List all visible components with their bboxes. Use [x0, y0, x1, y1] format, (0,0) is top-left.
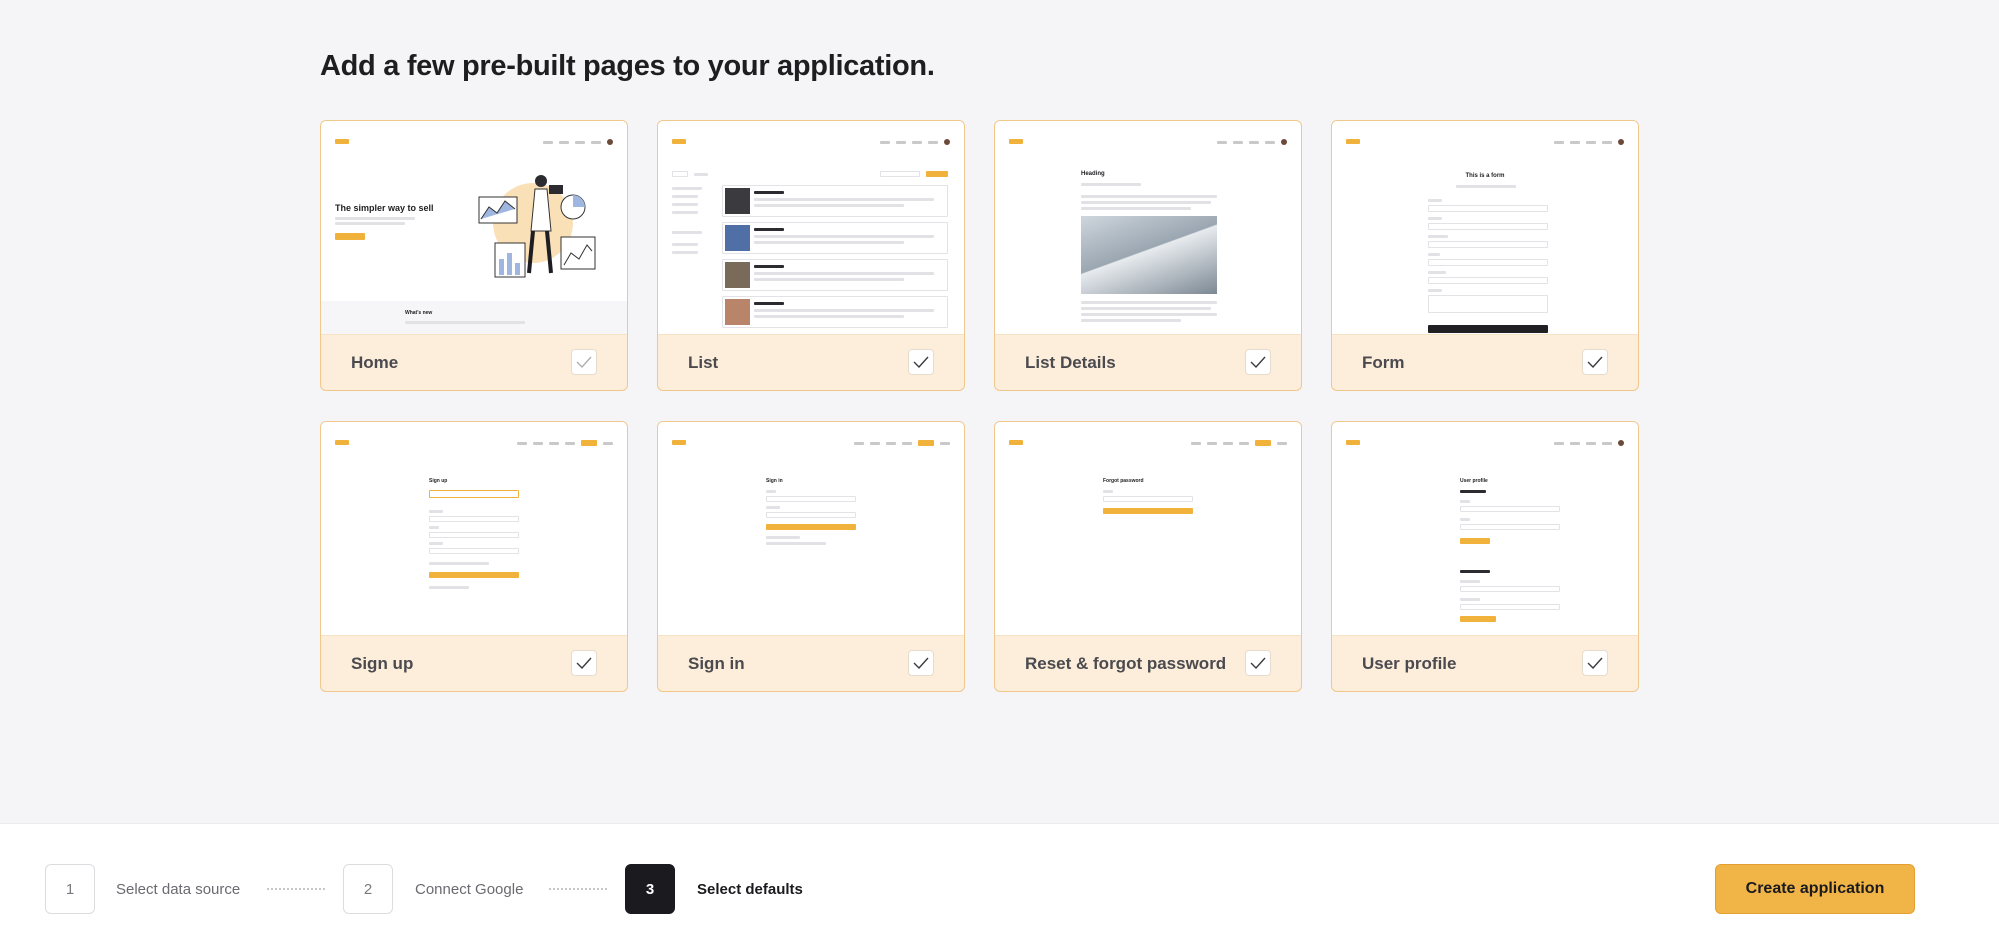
reset-password-preview-heading: Forgot password	[1103, 478, 1144, 484]
list-details-preview-thumbnail: Heading	[995, 121, 1301, 335]
home-preview-thumbnail: The simpler way to sell What's new	[321, 121, 627, 335]
page-card-form[interactable]: This is a form Form	[1331, 120, 1639, 391]
page-card-reset-forgot-password[interactable]: Forgot password Reset & forgot password	[994, 421, 1302, 692]
page-card-user-profile[interactable]: User profile User profile	[1331, 421, 1639, 692]
checkmark-icon	[1587, 657, 1603, 669]
page-card-checkbox[interactable]	[571, 650, 597, 676]
page-card-checkbox[interactable]	[1245, 349, 1271, 375]
checkmark-icon	[576, 657, 592, 669]
step-1-number: 1	[45, 864, 95, 914]
page-template-grid: The simpler way to sell What's new Home …	[320, 120, 1639, 692]
sign-up-preview-thumbnail: Sign up	[321, 422, 627, 636]
page-card-checkbox[interactable]	[908, 349, 934, 375]
wizard-footer: 1 Select data source 2 Connect Google 3 …	[0, 823, 1999, 939]
step-2-number: 2	[343, 864, 393, 914]
page-card-label: Sign up	[351, 654, 414, 673]
step-3-label: Select defaults	[697, 881, 803, 898]
user-profile-preview-thumbnail: User profile	[1332, 422, 1638, 636]
page-card-label: Sign in	[688, 654, 745, 673]
reset-password-preview-thumbnail: Forgot password	[995, 422, 1301, 636]
checkmark-icon	[913, 657, 929, 669]
step-2-label: Connect Google	[415, 881, 524, 898]
form-preview-heading: This is a form	[1465, 173, 1505, 179]
page-card-home[interactable]: The simpler way to sell What's new Home	[320, 120, 628, 391]
form-preview-thumbnail: This is a form	[1332, 121, 1638, 335]
page-card-checkbox[interactable]	[571, 349, 597, 375]
create-application-button[interactable]: Create application	[1715, 864, 1915, 914]
illustration-icon	[478, 175, 596, 278]
checkmark-icon	[1250, 356, 1266, 368]
page-card-label: Home	[351, 353, 399, 372]
page-card-checkbox[interactable]	[908, 650, 934, 676]
sign-in-preview-heading: Sign in	[766, 478, 783, 484]
page-card-list-details[interactable]: Heading List Details	[994, 120, 1302, 391]
step-1-label: Select data source	[116, 881, 241, 898]
page-card-checkbox[interactable]	[1582, 650, 1608, 676]
page-card-list[interactable]: List	[657, 120, 965, 391]
building-image	[1081, 216, 1217, 294]
checkmark-icon	[913, 356, 929, 368]
checkmark-icon	[1250, 657, 1266, 669]
page-card-label: Form	[1362, 353, 1405, 372]
page-card-label: List Details	[1025, 353, 1116, 372]
list-preview-thumbnail	[658, 121, 964, 335]
page-card-sign-up[interactable]: Sign up Sign up	[320, 421, 628, 692]
page-card-checkbox[interactable]	[1582, 349, 1608, 375]
user-profile-preview-heading: User profile	[1460, 478, 1488, 484]
page-card-label: Reset & forgot password	[1025, 654, 1227, 673]
home-preview-heading: The simpler way to sell	[335, 203, 434, 213]
list-details-preview-heading: Heading	[1081, 171, 1105, 177]
checkmark-icon	[576, 356, 592, 368]
checkmark-icon	[1587, 356, 1603, 368]
step-connector	[267, 888, 325, 890]
page-card-label: User profile	[1362, 654, 1457, 673]
sign-up-preview-heading: Sign up	[429, 478, 448, 484]
step-connector	[549, 888, 607, 890]
sign-in-preview-thumbnail: Sign in	[658, 422, 964, 636]
step-3-number: 3	[625, 864, 675, 914]
home-preview-subheading: What's new	[405, 310, 433, 316]
page-title: Add a few pre-built pages to your applic…	[320, 50, 935, 82]
page-card-label: List	[688, 353, 719, 372]
page-card-checkbox[interactable]	[1245, 650, 1271, 676]
page-card-sign-in[interactable]: Sign in Sign in	[657, 421, 965, 692]
